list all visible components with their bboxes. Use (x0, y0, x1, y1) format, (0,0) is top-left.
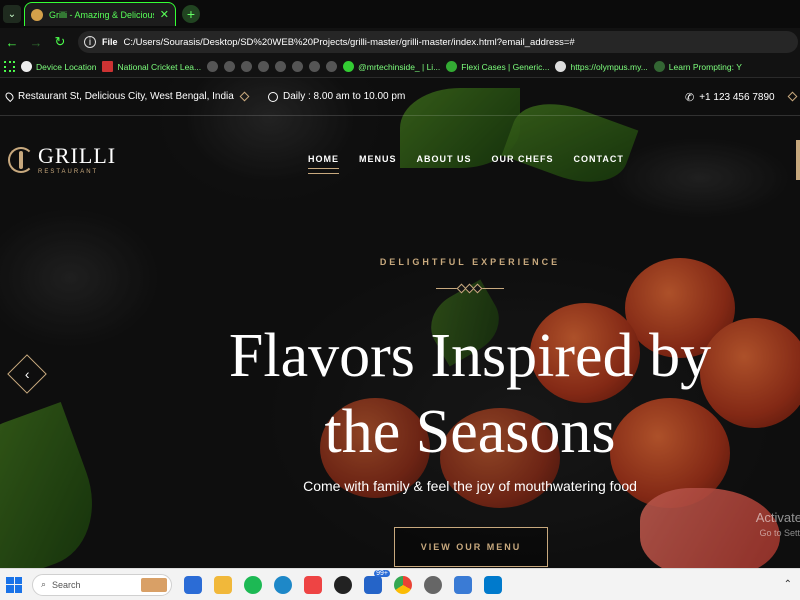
nav-about-us[interactable]: ABOUT US (417, 154, 472, 164)
hero-headline: Flavors Inspired by the Seasons (160, 318, 780, 470)
bookmark-learn-prompting[interactable]: Learn Prompting: Y (653, 61, 742, 72)
separator-diamond-icon (239, 91, 250, 102)
browser-tab-bar: ⌄ Grilli - Amazing & Delicious Fo ✕ + (0, 0, 800, 28)
bookmark-github-icon[interactable] (326, 61, 338, 72)
search-highlight-icon (141, 577, 167, 592)
reservation-side-tab[interactable] (796, 140, 800, 180)
vscode-icon[interactable] (484, 575, 502, 594)
mail-icon[interactable]: 99+ (364, 569, 390, 594)
reload-icon[interactable]: ↻ (48, 34, 72, 50)
browser-tab[interactable]: Grilli - Amazing & Delicious Fo ✕ (24, 2, 176, 26)
hero-subtitle: Come with family & feel the joy of mouth… (303, 478, 637, 494)
hours-text: Daily : 8.00 am to 10.00 pm (283, 91, 406, 102)
task-view-icon[interactable] (184, 575, 202, 594)
apps-grid-icon[interactable] (4, 61, 15, 72)
search-icon: ⌕ (41, 579, 47, 589)
bookmark-github-icon[interactable] (207, 61, 219, 72)
hero-kicker: DELIGHTFUL EXPERIENCE (379, 257, 561, 267)
taskbar-search[interactable]: ⌕ Search (32, 573, 172, 596)
bookmark-github-icon[interactable] (241, 61, 253, 72)
phone-text[interactable]: +1 123 456 7890 (699, 92, 774, 103)
chevron-left-icon: ‹ (24, 365, 30, 382)
bookmark-device-location[interactable]: Device Location (21, 61, 96, 72)
phone-info[interactable]: ✆ +1 123 456 7890 (685, 91, 775, 104)
hours-info: Daily : 8.00 am to 10.00 pm (268, 91, 405, 102)
search-placeholder: Search (52, 579, 81, 590)
edge-icon[interactable] (274, 575, 292, 594)
tab-search-button[interactable]: ⌄ (3, 5, 21, 23)
website-viewport: Restaurant St, Delicious City, West Beng… (0, 78, 800, 568)
bookmarks-bar: Device Location National Cricket Lea... … (0, 56, 800, 78)
activate-windows-watermark: Activate (755, 510, 800, 525)
windows-start-icon[interactable] (6, 576, 22, 593)
bookmark-flexi-cases[interactable]: Flexi Cases | Generic... (446, 61, 549, 72)
ornament-separator (436, 283, 504, 294)
windows-taskbar: ⌕ Search 99+ ⌃ (0, 568, 800, 600)
nav-home[interactable]: HOME (308, 154, 339, 174)
notification-badge: 99+ (374, 569, 390, 577)
address-toolbar: ← → ↻ i File C:/Users/Sourasis/Desktop/S… (0, 28, 800, 56)
back-icon[interactable]: ← (0, 35, 24, 50)
headline-line-1: Flavors Inspired by (228, 322, 712, 390)
app-icon[interactable] (334, 575, 352, 594)
bookmark-olympus[interactable]: https://olympus.my... (555, 61, 648, 72)
chrome-icon[interactable] (394, 575, 412, 594)
url-text[interactable]: C:/Users/Sourasis/Desktop/SD%20WEB%20Pro… (124, 37, 575, 48)
bookmark-github-icon[interactable] (292, 61, 304, 72)
logo-name: GRILLI (38, 143, 117, 168)
address-text: Restaurant St, Delicious City, West Beng… (18, 91, 234, 102)
separator-diamond-icon (787, 91, 798, 102)
bookmark-github-icon[interactable] (309, 61, 321, 72)
new-tab-button[interactable]: + (182, 5, 200, 23)
view-menu-button[interactable]: VIEW OUR MENU (394, 527, 548, 567)
site-logo[interactable]: GRILLI RESTAURANT (8, 145, 116, 175)
logo-subtitle: RESTAURANT (38, 169, 99, 175)
bookmark-github-icon[interactable] (258, 61, 270, 72)
snipping-tool-icon[interactable] (304, 575, 322, 594)
activate-windows-hint: Go to Setti (759, 528, 800, 538)
phone-icon: ✆ (685, 92, 695, 104)
nav-contact[interactable]: CONTACT (574, 154, 624, 164)
address-info: Restaurant St, Delicious City, West Beng… (3, 90, 234, 103)
bookmark-national-cricket[interactable]: National Cricket Lea... (102, 61, 201, 72)
bookmark-github-icon[interactable] (224, 61, 236, 72)
file-badge: File (102, 37, 118, 47)
bookmark-mrtechinside[interactable]: @mrtechinside_ | Li... (343, 61, 440, 72)
spotify-icon[interactable] (244, 575, 262, 594)
close-tab-icon[interactable]: ✕ (160, 8, 169, 21)
site-info-icon[interactable]: i (84, 36, 96, 48)
site-favicon-icon (31, 8, 43, 21)
notepad-icon[interactable] (454, 575, 472, 594)
forward-icon[interactable]: → (24, 35, 48, 50)
main-navigation: HOME MENUS ABOUT US OUR CHEFS CONTACT (308, 154, 624, 174)
clock-icon (268, 91, 278, 102)
omnibox[interactable]: i File C:/Users/Sourasis/Desktop/SD%20WE… (78, 31, 798, 53)
wordpress-icon[interactable] (424, 575, 442, 594)
nav-menus[interactable]: MENUS (359, 154, 397, 164)
top-info-bar: Restaurant St, Delicious City, West Beng… (0, 78, 800, 116)
nav-our-chefs[interactable]: OUR CHEFS (492, 154, 554, 164)
bookmark-github-icon[interactable] (275, 61, 287, 72)
location-pin-icon (3, 90, 16, 103)
file-explorer-icon[interactable] (214, 575, 232, 594)
headline-line-2: the Seasons (324, 398, 616, 466)
logo-spoon-icon (8, 147, 34, 173)
chevron-up-icon[interactable]: ⌃ (784, 579, 792, 590)
tab-title: Grilli - Amazing & Delicious Fo (49, 9, 154, 20)
